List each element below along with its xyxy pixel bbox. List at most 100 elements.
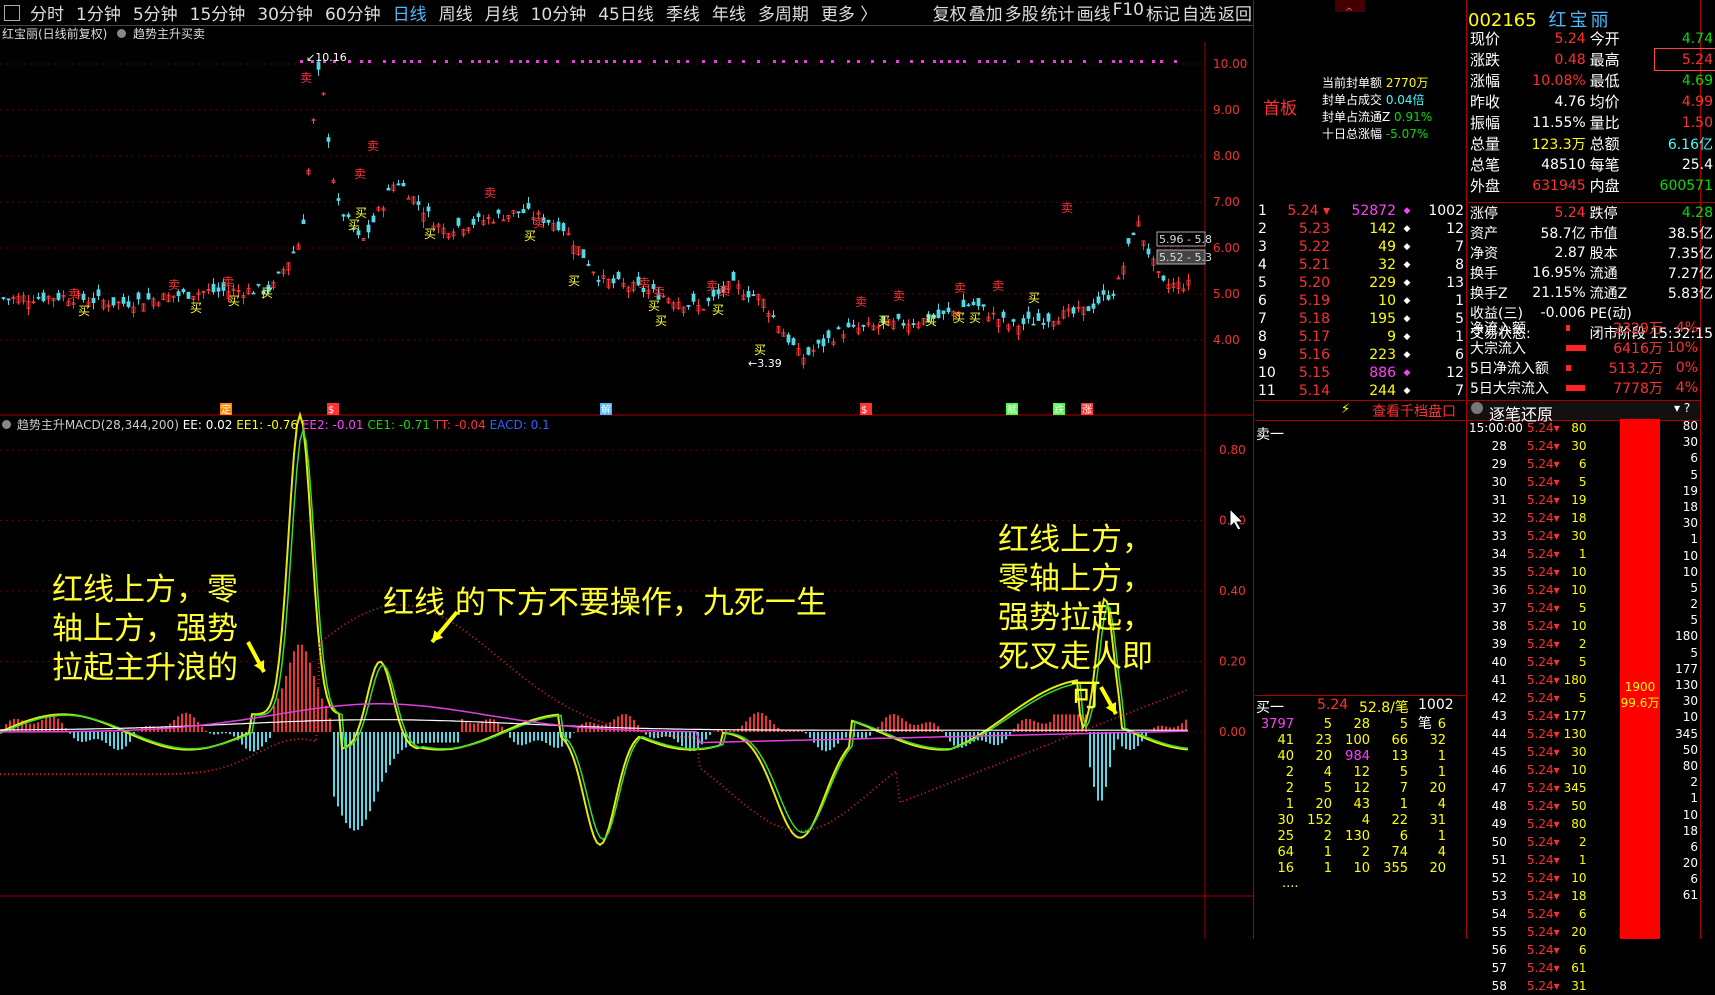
signal-dot: [1174, 60, 1177, 63]
candle-body: [961, 299, 966, 308]
tick-volume: 50: [1571, 799, 1587, 813]
candle-body: [1071, 307, 1076, 314]
period-tab[interactable]: 年线: [706, 0, 752, 25]
toolbar-item[interactable]: 复权: [932, 0, 968, 25]
signal-dot: [519, 60, 522, 63]
tick-price: 5.24▾: [1526, 925, 1560, 939]
tick-time: 31: [1491, 493, 1507, 507]
period-tab[interactable]: 60分钟: [319, 0, 387, 25]
period-tab[interactable]: 多周期: [752, 0, 815, 25]
tick-right-value: 345: [1675, 726, 1698, 741]
candle-body: [111, 297, 116, 306]
period-tab[interactable]: 5分钟: [127, 0, 184, 25]
candle-body: [821, 338, 826, 347]
tick-volume: 5: [1578, 655, 1587, 669]
flow-value: 6416万: [1613, 341, 1663, 357]
seal-info: 当前封单额 2770万 封单占成交 0.04倍 封单占流通Z 0.91% 十日总涨幅 …: [1322, 74, 1432, 142]
period-tab[interactable]: 季线: [660, 0, 706, 25]
period-tab[interactable]: 更多 〉: [815, 0, 883, 25]
period-tab[interactable]: 10分钟: [525, 0, 593, 25]
candle-body: [291, 251, 296, 254]
queue-cell: 23: [1315, 732, 1332, 748]
candle-body: [771, 315, 776, 318]
queue-cell: 4: [1323, 764, 1332, 780]
toolbar-item[interactable]: 标记: [1145, 0, 1181, 25]
quote-label: 最高: [1589, 51, 1620, 69]
tick-time: 50: [1491, 835, 1507, 849]
buy1-row: 买一 5.24 52.8/笔 1002笔: [1255, 695, 1465, 732]
candle-body: [471, 218, 476, 225]
signal-dot: [702, 60, 705, 63]
macd-axis-label: 0.40: [1219, 584, 1246, 598]
toolbar-item[interactable]: F10: [1112, 0, 1145, 25]
period-tab[interactable]: 30分钟: [251, 0, 319, 25]
signal-dot: [994, 60, 997, 63]
toolbar-item[interactable]: 返回: [1217, 0, 1253, 25]
tick-list[interactable]: 15:00:00 5.24▾ 80 28 5.24▾ 30 29 5.24▾ 6 30 5.24▾ 5…: [1467, 419, 1587, 995]
candle-body: [56, 292, 61, 300]
queue-cell: 32: [1429, 732, 1446, 748]
signal-dot: [677, 60, 680, 63]
macd-settings-icon[interactable]: [2, 420, 11, 429]
book-price: 5.14: [1298, 383, 1330, 399]
tick-menu-icon[interactable]: [1471, 402, 1483, 414]
book-volume: 244: [1369, 383, 1396, 399]
flow-bar-fill: [1565, 345, 1586, 351]
tick-price: 5.24▾: [1526, 655, 1560, 669]
tick-volume: 5: [1578, 475, 1587, 489]
tick-price: 5.24▾: [1526, 475, 1560, 489]
book-dot: ◆: [1403, 332, 1411, 342]
book-price: 5.23: [1298, 221, 1330, 237]
macd-axis-label: 0.00: [1219, 725, 1246, 739]
toolbar-item[interactable]: 叠加: [968, 0, 1004, 25]
signal-dot: [742, 60, 745, 63]
side-strip[interactable]: [1701, 0, 1715, 939]
period-tab[interactable]: 日线: [387, 0, 433, 25]
toolbar-item[interactable]: 自选: [1181, 0, 1217, 25]
tick-volume: 10: [1571, 763, 1587, 777]
tick-volume: 30: [1571, 529, 1587, 543]
kline-chart[interactable]: 10.009.008.007.006.005.004.00卖卖 卖卖卖卖卖卖卖卖卖…: [0, 42, 1253, 939]
candle-body: [1126, 238, 1131, 244]
book-price: 5.17: [1298, 329, 1330, 345]
period-tab[interactable]: 分时: [24, 0, 70, 25]
quote-label: 总额: [1589, 135, 1620, 153]
signal-dot: [300, 60, 303, 63]
event-marker-label: 定: [221, 403, 231, 416]
queue-cell: 20: [1429, 780, 1446, 796]
toolbar-item[interactable]: 统计: [1040, 0, 1076, 25]
window-icon[interactable]: [4, 4, 20, 21]
toolbar-item[interactable]: 多股: [1004, 0, 1040, 25]
tick-filter-icon[interactable]: ▾ ?: [1674, 401, 1690, 415]
tick-right-col: 80 30 6 5 19 18 30 1 10 10 5 2 5 180 5 177 130 30 10 345 50 8…: [1664, 419, 1698, 905]
period-tab[interactable]: 1分钟: [70, 0, 127, 25]
collapse-button[interactable]: ^: [1335, 0, 1365, 18]
period-tab[interactable]: 15分钟: [184, 0, 252, 25]
tick-volume: 6: [1578, 943, 1587, 957]
tick-time: 38: [1491, 619, 1507, 633]
queue-cell: 3797: [1260, 716, 1294, 732]
candle-body: [1091, 303, 1096, 309]
tick-volume: 20: [1571, 925, 1587, 939]
buy-signal: 买: [261, 286, 273, 300]
toolbar-item[interactable]: 画线: [1076, 0, 1112, 25]
candle-body: [176, 291, 181, 296]
tick-right-value: 2: [1690, 775, 1698, 790]
signal-dot: [1017, 60, 1020, 63]
signal-dot: [857, 60, 860, 63]
quote-label: 涨幅: [1470, 72, 1501, 90]
signal-dot: [605, 60, 608, 63]
period-tab[interactable]: 45日线: [592, 0, 660, 25]
indicator-settings-icon[interactable]: [117, 29, 127, 38]
ten-level-link[interactable]: 查看千档盘口: [1372, 401, 1456, 421]
period-tab[interactable]: 周线: [433, 0, 479, 25]
period-tab[interactable]: 月线: [479, 0, 525, 25]
signal-dot: [665, 60, 668, 63]
tick-price: 5.24▾: [1526, 871, 1560, 885]
signal-dot: [589, 60, 592, 63]
tick-right-value: 80: [1682, 419, 1698, 433]
tick-time: 54: [1491, 907, 1507, 921]
event-marker-label: 赋: [1007, 404, 1017, 416]
macd-ee: EE: 0.02: [182, 418, 233, 432]
signal-dot: [1030, 60, 1033, 63]
